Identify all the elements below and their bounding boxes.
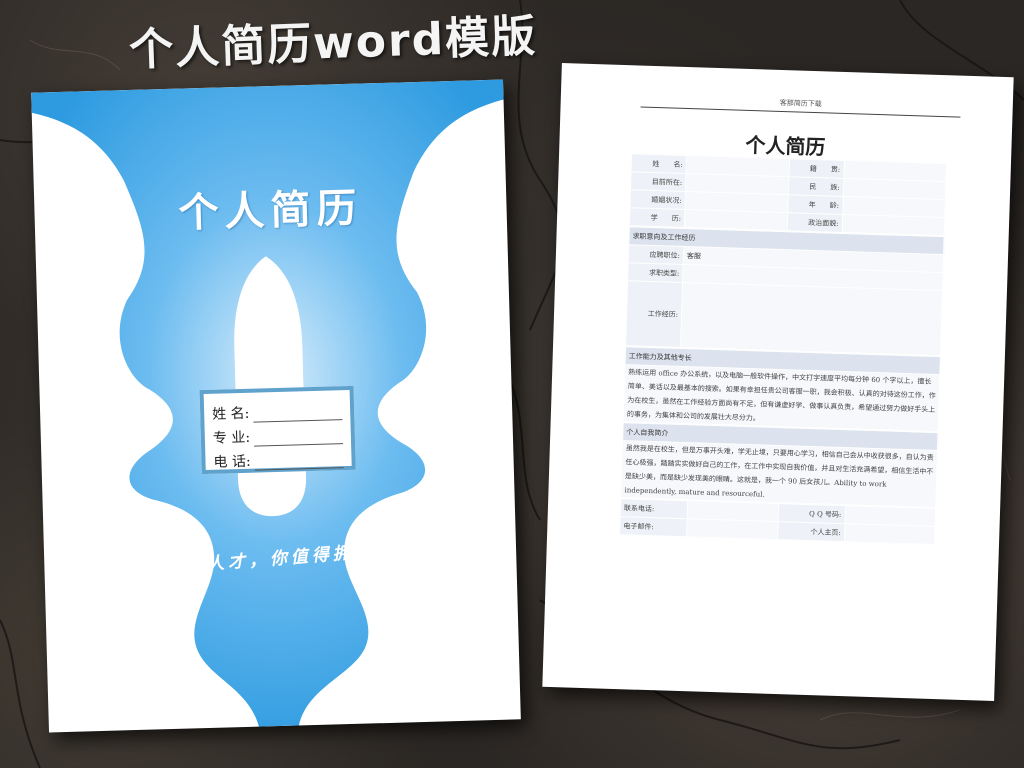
resume-form: 姓 名: 籍 贯: 目前所在: 民 族: 婚姻状况: 年 龄: 学 历: 政治面… [619, 153, 947, 546]
job-intent-table: 求职意向及工作经历 应聘职位: 客服 求职类型: 工作经历: [625, 226, 945, 356]
experience-label: 工作经历: [625, 280, 683, 348]
ethnicity-field-label: 民 族: [787, 176, 844, 197]
residence-field-label: 目前所在: [630, 171, 687, 192]
basic-info-table: 姓 名: 籍 贯: 目前所在: 民 族: 婚姻状况: 年 龄: 学 历: 政治面… [629, 153, 947, 236]
homepage-value [844, 523, 936, 545]
table-row: 虽然我是在校生，但是万事开头难，学无止境，只要用心学习，相信自己会从中收获很多，… [620, 440, 938, 508]
intro-text: 虽然我是在校生，但是万事开头难，学无止境，只要用心学习，相信自己会从中收获很多，… [620, 440, 938, 508]
homepage-label: 个人主页: [777, 521, 845, 542]
name-card: 姓 名: 专 业: 电 话: [199, 385, 356, 475]
name-field-label: 姓 名: [631, 153, 687, 174]
experience-value [680, 282, 943, 356]
age-field-label: 年 龄: [787, 194, 843, 215]
intro-table: 个人自我简介 虽然我是在校生，但是万事开头难，学无止境，只要用心学习，相信自己会… [620, 422, 938, 508]
job-position-label: 应聘职位: [628, 244, 684, 265]
major-row: 专 业: [212, 420, 344, 448]
table-row: 工作经历: [625, 280, 943, 356]
table-row: 熟练运用 office 办公系统，以及电脑一般软件操作，中文打字速度平均每分钟 … [623, 364, 940, 432]
resume-content-page: 客那简历下载 个人简历 姓 名: 籍 贯: 目前所在: 民 族: 婚姻状况: 年… [542, 63, 1014, 701]
major-blank-line [253, 431, 344, 447]
email-label: 电子邮件: [619, 516, 688, 537]
major-label: 专 业: [212, 429, 251, 447]
phone-row: 电 话: [213, 444, 344, 472]
political-field-label: 政治面貌: [786, 212, 843, 233]
job-type-label: 求职类型: [627, 262, 684, 283]
ability-text: 熟练运用 office 办公系统，以及电脑一般软件操作，中文打字速度平均每分钟 … [623, 364, 940, 432]
phone-blank-line [254, 455, 344, 471]
name-row: 姓 名: [212, 396, 343, 424]
document-header: 客那简历下载 [640, 93, 961, 118]
qq-label: Q Q 号码: [777, 503, 846, 524]
marital-field-label: 婚姻状况: [629, 189, 686, 210]
name-blank-line [253, 407, 343, 423]
email-value [686, 518, 778, 540]
ability-table: 工作能力及其他专长 熟练运用 office 办公系统，以及电脑一般软件操作，中文… [623, 346, 941, 432]
resume-cover-page: 个人简历 姓 名: 专 业: 电 话: 专业人才，你值得拥有！ [31, 79, 521, 733]
native-field-label: 籍 贯: [788, 158, 844, 179]
contact-phone-label: 联系电话: [620, 498, 688, 519]
education-field-label: 学 历: [629, 207, 685, 228]
phone-label: 电 话: [213, 453, 251, 471]
name-label: 姓 名: [211, 405, 250, 423]
